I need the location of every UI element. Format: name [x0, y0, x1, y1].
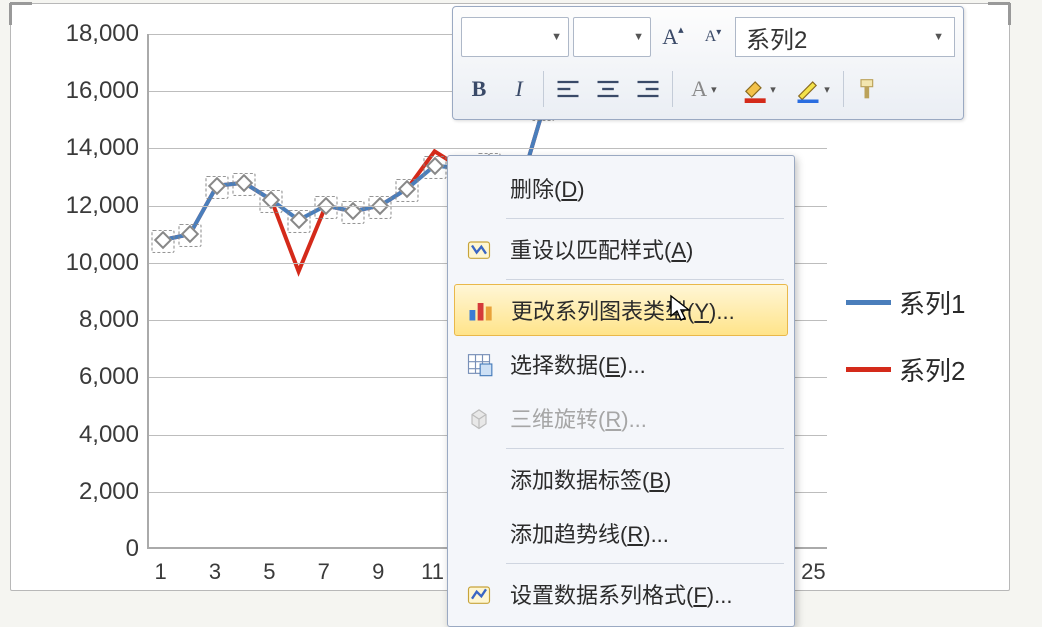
decrease-font-button[interactable]: A▾: [695, 17, 731, 57]
context-menu-format-series[interactable]: 设置数据系列格式(F)...: [454, 568, 788, 620]
x-axis-label: 7: [309, 559, 339, 585]
chart-element-dropdown[interactable]: 系列2 ▼: [735, 17, 955, 57]
font-family-dropdown[interactable]: ▼: [461, 17, 569, 57]
x-axis-label: 1: [146, 559, 176, 585]
legend-swatch-2: [846, 367, 891, 372]
cube-icon: [458, 397, 500, 439]
format-series-icon: [458, 573, 500, 615]
chart-element-selected: 系列2: [746, 20, 807, 55]
x-axis-label: 25: [798, 559, 828, 585]
context-menu: 删除(D) 重设以匹配样式(A) 更改系列图表类型(Y)... 选择数据(E).…: [447, 155, 795, 627]
select-data-icon: [458, 343, 500, 385]
italic-button[interactable]: I: [501, 69, 537, 109]
legend[interactable]: 系列1 系列2: [846, 284, 1006, 418]
outline-color-button[interactable]: ▾: [787, 69, 837, 109]
context-menu-change-chart-type[interactable]: 更改系列图表类型(Y)...: [454, 284, 788, 336]
data-point-marker[interactable]: [153, 231, 171, 249]
font-color-button[interactable]: A▾: [679, 69, 729, 109]
y-axis-label: 2,000: [51, 478, 139, 506]
legend-swatch-1: [846, 300, 891, 305]
align-center-button[interactable]: [590, 69, 626, 109]
data-point-marker[interactable]: [425, 156, 443, 174]
mini-toolbar: ▼ ▼ A▴ A▾ 系列2 ▼ B I A▾ ▾ ▾: [452, 6, 964, 120]
y-axis-label: 0: [51, 535, 139, 563]
y-axis-label: 6,000: [51, 363, 139, 391]
y-axis-label: 8,000: [51, 306, 139, 334]
legend-item-1[interactable]: 系列1: [846, 284, 1006, 321]
chart-type-icon: [459, 289, 501, 331]
y-axis-label: 14,000: [51, 134, 139, 162]
y-axis-label: 16,000: [51, 77, 139, 105]
align-left-button[interactable]: [550, 69, 586, 109]
gridline: [149, 148, 827, 149]
context-menu-delete[interactable]: 删除(D): [454, 162, 788, 214]
align-right-button[interactable]: [630, 69, 666, 109]
reset-style-icon: [458, 228, 500, 270]
bold-button[interactable]: B: [461, 69, 497, 109]
fill-color-button[interactable]: ▾: [733, 69, 783, 109]
font-size-dropdown[interactable]: ▼: [573, 17, 651, 57]
data-point-marker[interactable]: [289, 211, 307, 229]
data-point-marker[interactable]: [208, 176, 226, 194]
legend-item-2[interactable]: 系列2: [846, 351, 1006, 388]
data-point-marker[interactable]: [181, 225, 199, 243]
context-menu-reset-style[interactable]: 重设以匹配样式(A): [454, 223, 788, 275]
y-axis-label: 4,000: [51, 421, 139, 449]
format-painter-button[interactable]: [850, 69, 886, 109]
context-menu-select-data[interactable]: 选择数据(E)...: [454, 338, 788, 390]
x-axis-label: 3: [200, 559, 230, 585]
context-menu-add-data-labels[interactable]: 添加数据标签(B): [454, 453, 788, 505]
legend-label-2: 系列2: [899, 351, 965, 388]
y-axis-label: 12,000: [51, 192, 139, 220]
data-point-marker[interactable]: [398, 179, 416, 197]
x-axis-label: 11: [418, 559, 448, 585]
context-menu-3d-rotation: 三维旋转(R)...: [454, 392, 788, 444]
y-axis-label: 10,000: [51, 249, 139, 277]
context-menu-add-trendline[interactable]: 添加趋势线(R)...: [454, 507, 788, 559]
legend-label-1: 系列1: [899, 284, 965, 321]
data-point-marker[interactable]: [235, 174, 253, 192]
y-axis-label: 18,000: [51, 20, 139, 48]
x-axis-label: 9: [363, 559, 393, 585]
increase-font-button[interactable]: A▴: [655, 17, 691, 57]
x-axis-label: 5: [254, 559, 284, 585]
